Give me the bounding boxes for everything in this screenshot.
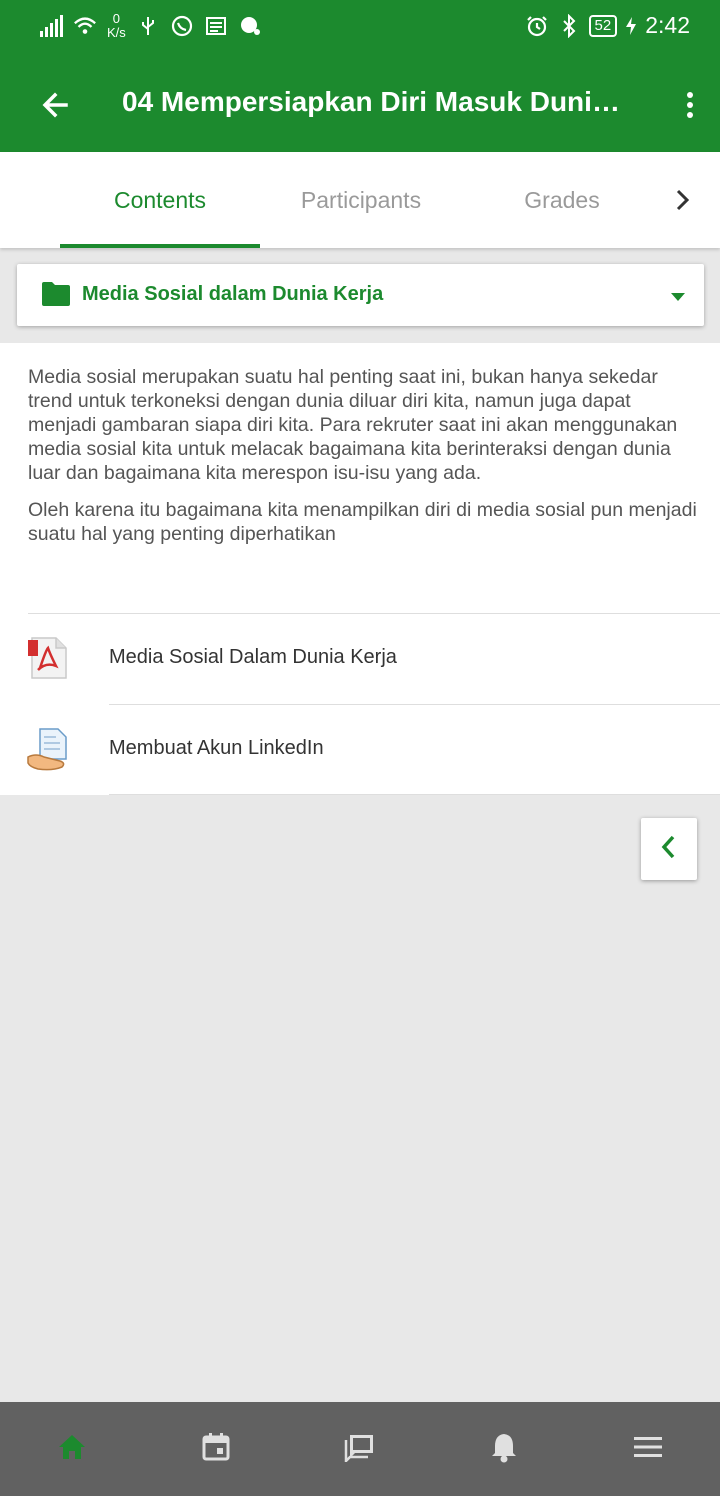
nav-calendar-button[interactable] <box>144 1402 288 1496</box>
messages-icon <box>344 1432 376 1467</box>
tab-label: Participants <box>300 186 422 213</box>
battery-level: 52 <box>588 14 618 37</box>
nav-messages-button[interactable] <box>288 1402 432 1496</box>
activity-label: Media Sosial Dalam Dunia Kerja <box>109 646 397 668</box>
activity-label: Membuat Akun LinkedIn <box>109 737 324 759</box>
chat-icon <box>238 14 262 38</box>
status-bar: 0 K/s 52 2:42 <box>0 0 720 58</box>
activity-item-resource[interactable]: Media Sosial Dalam Dunia Kerja <box>0 614 720 704</box>
tab-label: Contents <box>113 186 207 213</box>
net-speed-unit: K/s <box>107 25 126 40</box>
calendar-icon <box>201 1432 231 1467</box>
signal-icon <box>40 15 63 37</box>
back-arrow-icon[interactable] <box>36 85 76 125</box>
nav-menu-button[interactable] <box>576 1402 720 1496</box>
section-content: Media sosial merupakan suatu hal penting… <box>0 343 720 795</box>
tab-grades[interactable]: Grades <box>462 152 662 248</box>
app-bar: 04 Mempersiapkan Diri Masuk Dunia Kerja <box>0 58 720 152</box>
folder-icon <box>41 281 71 307</box>
alarm-icon <box>525 14 549 38</box>
bottom-navigation <box>0 1402 720 1496</box>
pdf-file-icon <box>26 636 70 680</box>
section-selector[interactable]: Media Sosial dalam Dunia Kerja <box>17 264 704 326</box>
section-name: Media Sosial dalam Dunia Kerja <box>82 283 384 305</box>
net-speed: 0 K/s <box>107 12 126 40</box>
net-speed-value: 0 <box>112 11 121 26</box>
bluetooth-icon <box>557 13 581 38</box>
page-title: 04 Mempersiapkan Diri Masuk Dunia Kerja <box>122 86 632 117</box>
tab-label: Grades <box>524 186 600 213</box>
assignment-icon <box>26 727 70 771</box>
summary-paragraph: Media sosial merupakan suatu hal penting… <box>28 366 678 484</box>
usb-icon <box>136 14 160 38</box>
wifi-icon <box>73 14 97 38</box>
home-icon <box>57 1433 87 1466</box>
notifications-icon <box>490 1431 518 1468</box>
summary-paragraph: Oleh karena itu bagaimana kita menampilk… <box>28 499 697 545</box>
chevron-left-icon <box>657 832 681 867</box>
tab-contents[interactable]: Contents <box>60 152 260 248</box>
tab-participants[interactable]: Participants <box>261 152 461 248</box>
charging-icon <box>625 14 637 38</box>
nav-home-button[interactable] <box>0 1402 144 1496</box>
divider <box>109 794 720 795</box>
activity-item-assignment[interactable]: Membuat Akun LinkedIn <box>0 705 720 795</box>
chevron-right-icon[interactable] <box>662 180 702 220</box>
more-options-icon[interactable] <box>682 86 698 126</box>
whatsapp-icon <box>170 14 194 38</box>
caret-down-icon <box>670 289 686 301</box>
menu-icon <box>633 1435 663 1464</box>
section-summary: Media sosial merupakan suatu hal penting… <box>28 365 698 559</box>
news-icon <box>204 14 228 38</box>
course-tabs: Contents Participants Grades <box>0 152 720 248</box>
course-index-toggle[interactable] <box>641 818 697 880</box>
nav-notifications-button[interactable] <box>432 1402 576 1496</box>
clock: 2:42 <box>645 12 690 38</box>
